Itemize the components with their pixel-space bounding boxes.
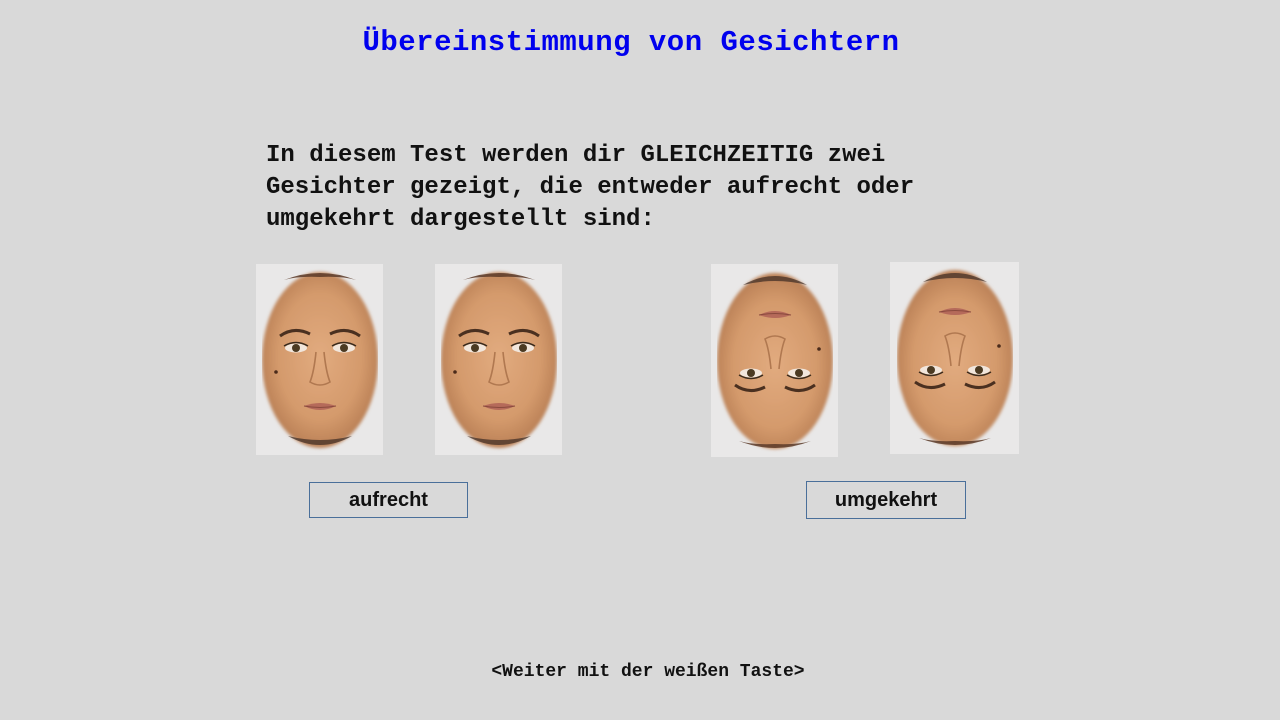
face-image-inverted-2: [890, 262, 1019, 454]
page-title: Übereinstimmung von Gesichtern: [362, 26, 900, 59]
face-image-upright-1: [256, 264, 383, 455]
face-inverted-graphic: [717, 269, 833, 453]
instructions-line: umgekehrt dargestellt sind:: [266, 206, 655, 233]
inverted-label: umgekehrt: [806, 481, 966, 519]
face-upright-graphic: [262, 268, 378, 452]
instructions-text: In diesem Test werden dir GLEICHZEITIG z…: [266, 140, 1026, 236]
face-image-upright-2: [435, 264, 562, 455]
instructions-line: In diesem Test werden dir GLEICHZEITIG z…: [266, 142, 886, 169]
upright-label: aufrecht: [309, 482, 468, 518]
instructions-line: Gesichter gezeigt, die entweder aufrecht…: [266, 174, 915, 201]
continue-hint: <Weiter mit der weißen Taste>: [491, 662, 805, 682]
face-inverted-graphic: [897, 266, 1013, 450]
face-upright-graphic: [441, 268, 557, 452]
face-image-inverted-1: [711, 264, 838, 457]
